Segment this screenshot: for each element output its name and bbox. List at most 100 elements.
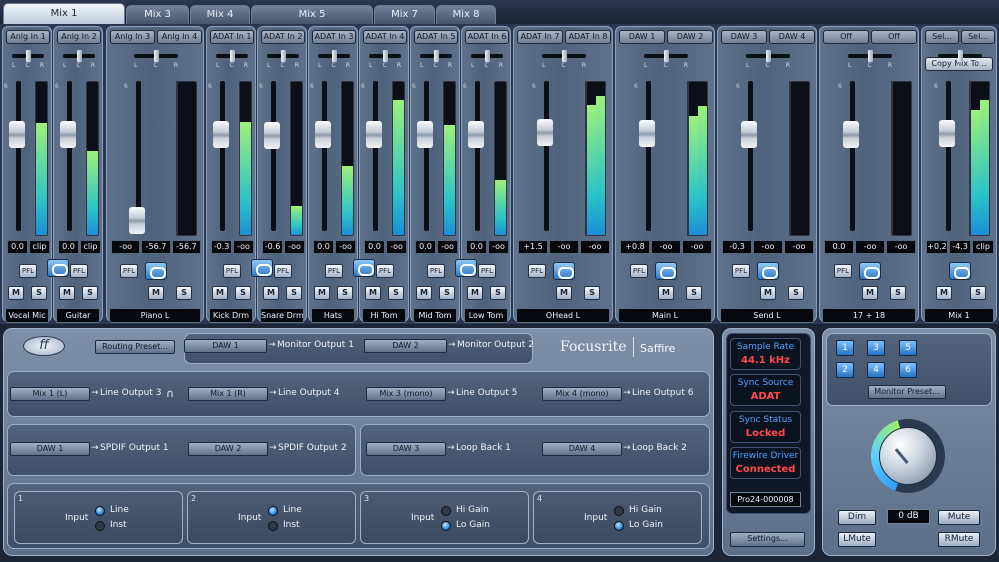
stereo-link-icon[interactable] — [145, 262, 167, 280]
channel-strip[interactable]: Sel... Sel... Copy Mix To... L C R 6 +0.2 -4.3 cl… — [921, 26, 997, 323]
input-source-selector[interactable]: Anlg In 4 — [157, 30, 202, 44]
mute-channel-button[interactable]: M — [416, 286, 432, 300]
monitor-1-button[interactable]: 1 — [836, 340, 854, 356]
pan-control[interactable]: LCR — [318, 48, 350, 70]
pan-control[interactable]: LCR — [542, 48, 586, 70]
tab-mix-1[interactable]: Mix 1 — [3, 3, 125, 25]
stereo-link-icon[interactable] — [47, 259, 69, 277]
fader-knob[interactable] — [468, 121, 484, 148]
input-source-selector[interactable]: DAW 2 — [667, 30, 713, 44]
settings-button[interactable]: Settings... — [730, 532, 805, 547]
input-option-2-radio[interactable] — [614, 521, 624, 531]
solo-button[interactable]: S — [439, 286, 455, 300]
fader-knob[interactable] — [9, 121, 25, 148]
mute-channel-button[interactable]: M — [8, 286, 24, 300]
monitor-3-button[interactable]: 3 — [867, 340, 885, 356]
pfl-button[interactable]: PFL — [274, 264, 292, 278]
channel-strip[interactable]: Anlg In 3 Anlg In 4 L C R 6 -oo -56.7 -56.7 PFL M S… — [106, 26, 204, 323]
solo-button[interactable]: S — [970, 286, 986, 300]
pfl-button[interactable]: PFL — [732, 264, 750, 278]
input-source-selector[interactable]: ADAT In 4 — [363, 30, 407, 44]
solo-button[interactable]: S — [31, 286, 47, 300]
tab-mix-3[interactable]: Mix 3 — [126, 5, 189, 24]
pan-knob[interactable] — [485, 50, 490, 62]
tab-mix-7[interactable]: Mix 7 — [374, 5, 435, 24]
tab-mix-5[interactable]: Mix 5 — [251, 5, 373, 24]
route-source-select[interactable]: Mix 3 (mono) — [366, 387, 446, 401]
input-option-1-radio[interactable] — [614, 506, 624, 516]
pan-knob[interactable] — [958, 50, 963, 62]
mute-channel-button[interactable]: M — [263, 286, 279, 300]
monitor-volume-knob[interactable] — [879, 427, 937, 485]
mute-channel-button[interactable]: M — [862, 286, 878, 300]
input-option-2-radio[interactable] — [268, 521, 278, 531]
pan-control[interactable]: LCR — [369, 48, 401, 70]
route-source-select[interactable]: Mix 4 (mono) — [542, 387, 622, 401]
fader-knob[interactable] — [741, 121, 757, 148]
pan-control[interactable]: LCR — [267, 48, 299, 70]
channel-strip[interactable]: ADAT In 1 L C R 6 -0.3 -oo PFL M S Kick Drm — [206, 26, 256, 323]
input-source-selector[interactable]: Anlg In 1 — [6, 30, 50, 44]
pan-knob[interactable] — [868, 50, 873, 62]
channel-strip[interactable]: ADAT In 3 L C R 6 0.0 -oo PFL M S Hats — [308, 26, 358, 323]
pan-control[interactable]: LCR — [134, 48, 178, 70]
input-option-1-radio[interactable] — [268, 506, 278, 516]
mute-channel-button[interactable]: M — [556, 286, 572, 300]
route-source-select[interactable]: DAW 2 — [364, 339, 447, 353]
left-mute-button[interactable]: LMute — [838, 532, 876, 547]
fader-knob[interactable] — [315, 121, 331, 148]
input-source-selector[interactable]: ADAT In 2 — [261, 30, 305, 44]
pan-control[interactable]: LCR — [216, 48, 248, 70]
pan-control[interactable]: LCR — [12, 48, 44, 70]
channel-strip[interactable]: DAW 1 DAW 2 L C R 6 +0.8 -oo -oo PFL M S Main L — [615, 26, 715, 323]
fader-knob[interactable] — [417, 121, 433, 148]
mute-channel-button[interactable]: M — [658, 286, 674, 300]
solo-button[interactable]: S — [337, 286, 353, 300]
mute-channel-button[interactable]: M — [148, 286, 164, 300]
pan-knob[interactable] — [230, 50, 235, 62]
stereo-link-icon[interactable] — [455, 259, 477, 277]
stereo-link-icon[interactable] — [655, 262, 677, 280]
stereo-link-icon[interactable] — [757, 262, 779, 280]
pan-knob[interactable] — [664, 50, 669, 62]
fader-knob[interactable] — [639, 120, 655, 147]
pan-knob[interactable] — [26, 50, 31, 62]
right-mute-button[interactable]: RMute — [938, 532, 980, 547]
fader-knob[interactable] — [264, 122, 280, 149]
pfl-button[interactable]: PFL — [120, 264, 138, 278]
channel-strip[interactable]: DAW 3 DAW 4 L C R 6 -0.3 -oo -oo PFL M S Send L — [717, 26, 817, 323]
tab-mix-8[interactable]: Mix 8 — [436, 5, 496, 24]
stereo-link-icon[interactable] — [859, 262, 881, 280]
mute-channel-button[interactable]: M — [59, 286, 75, 300]
pan-knob[interactable] — [383, 50, 388, 62]
route-source-select[interactable]: DAW 3 — [366, 442, 446, 456]
input-source-selector[interactable]: Sel... — [961, 30, 995, 44]
channel-strip[interactable]: Anlg In 1 L C R 6 0.0 clip PFL M S Vocal Mic — [2, 26, 52, 323]
pan-control[interactable]: LCR — [63, 48, 95, 70]
pan-knob[interactable] — [281, 50, 286, 62]
input-source-selector[interactable]: Off — [823, 30, 869, 44]
pfl-button[interactable]: PFL — [19, 264, 37, 278]
monitor-4-button[interactable]: 4 — [867, 362, 885, 378]
solo-button[interactable]: S — [584, 286, 600, 300]
input-source-selector[interactable]: ADAT In 6 — [465, 30, 509, 44]
input-option-2-radio[interactable] — [95, 521, 105, 531]
pan-knob[interactable] — [154, 50, 159, 62]
mute-channel-button[interactable]: M — [365, 286, 381, 300]
route-source-select[interactable]: Mix 1 (R) — [188, 387, 268, 401]
input-source-selector[interactable]: Anlg In 2 — [57, 30, 101, 44]
mute-button[interactable]: Mute — [938, 510, 980, 525]
route-source-select[interactable]: DAW 1 — [10, 442, 90, 456]
channel-strip[interactable]: ADAT In 2 L C R 6 -0.6 -oo PFL M S Snare Drm — [257, 26, 307, 323]
monitor-preset-button[interactable]: Monitor Preset... — [868, 385, 946, 399]
pfl-button[interactable]: PFL — [223, 264, 241, 278]
route-source-select[interactable]: Mix 1 (L) — [10, 387, 90, 401]
monitor-6-button[interactable]: 6 — [899, 362, 917, 378]
solo-button[interactable]: S — [176, 286, 192, 300]
fader-knob[interactable] — [537, 119, 553, 146]
input-source-selector[interactable]: Off — [871, 30, 917, 44]
pan-knob[interactable] — [77, 50, 82, 62]
channel-strip[interactable]: ADAT In 7 ADAT In 8 L C R 6 +1.5 -oo -oo PFL M S OHe… — [513, 26, 613, 323]
monitor-5-button[interactable]: 5 — [899, 340, 917, 356]
tab-mix-4[interactable]: Mix 4 — [190, 5, 250, 24]
